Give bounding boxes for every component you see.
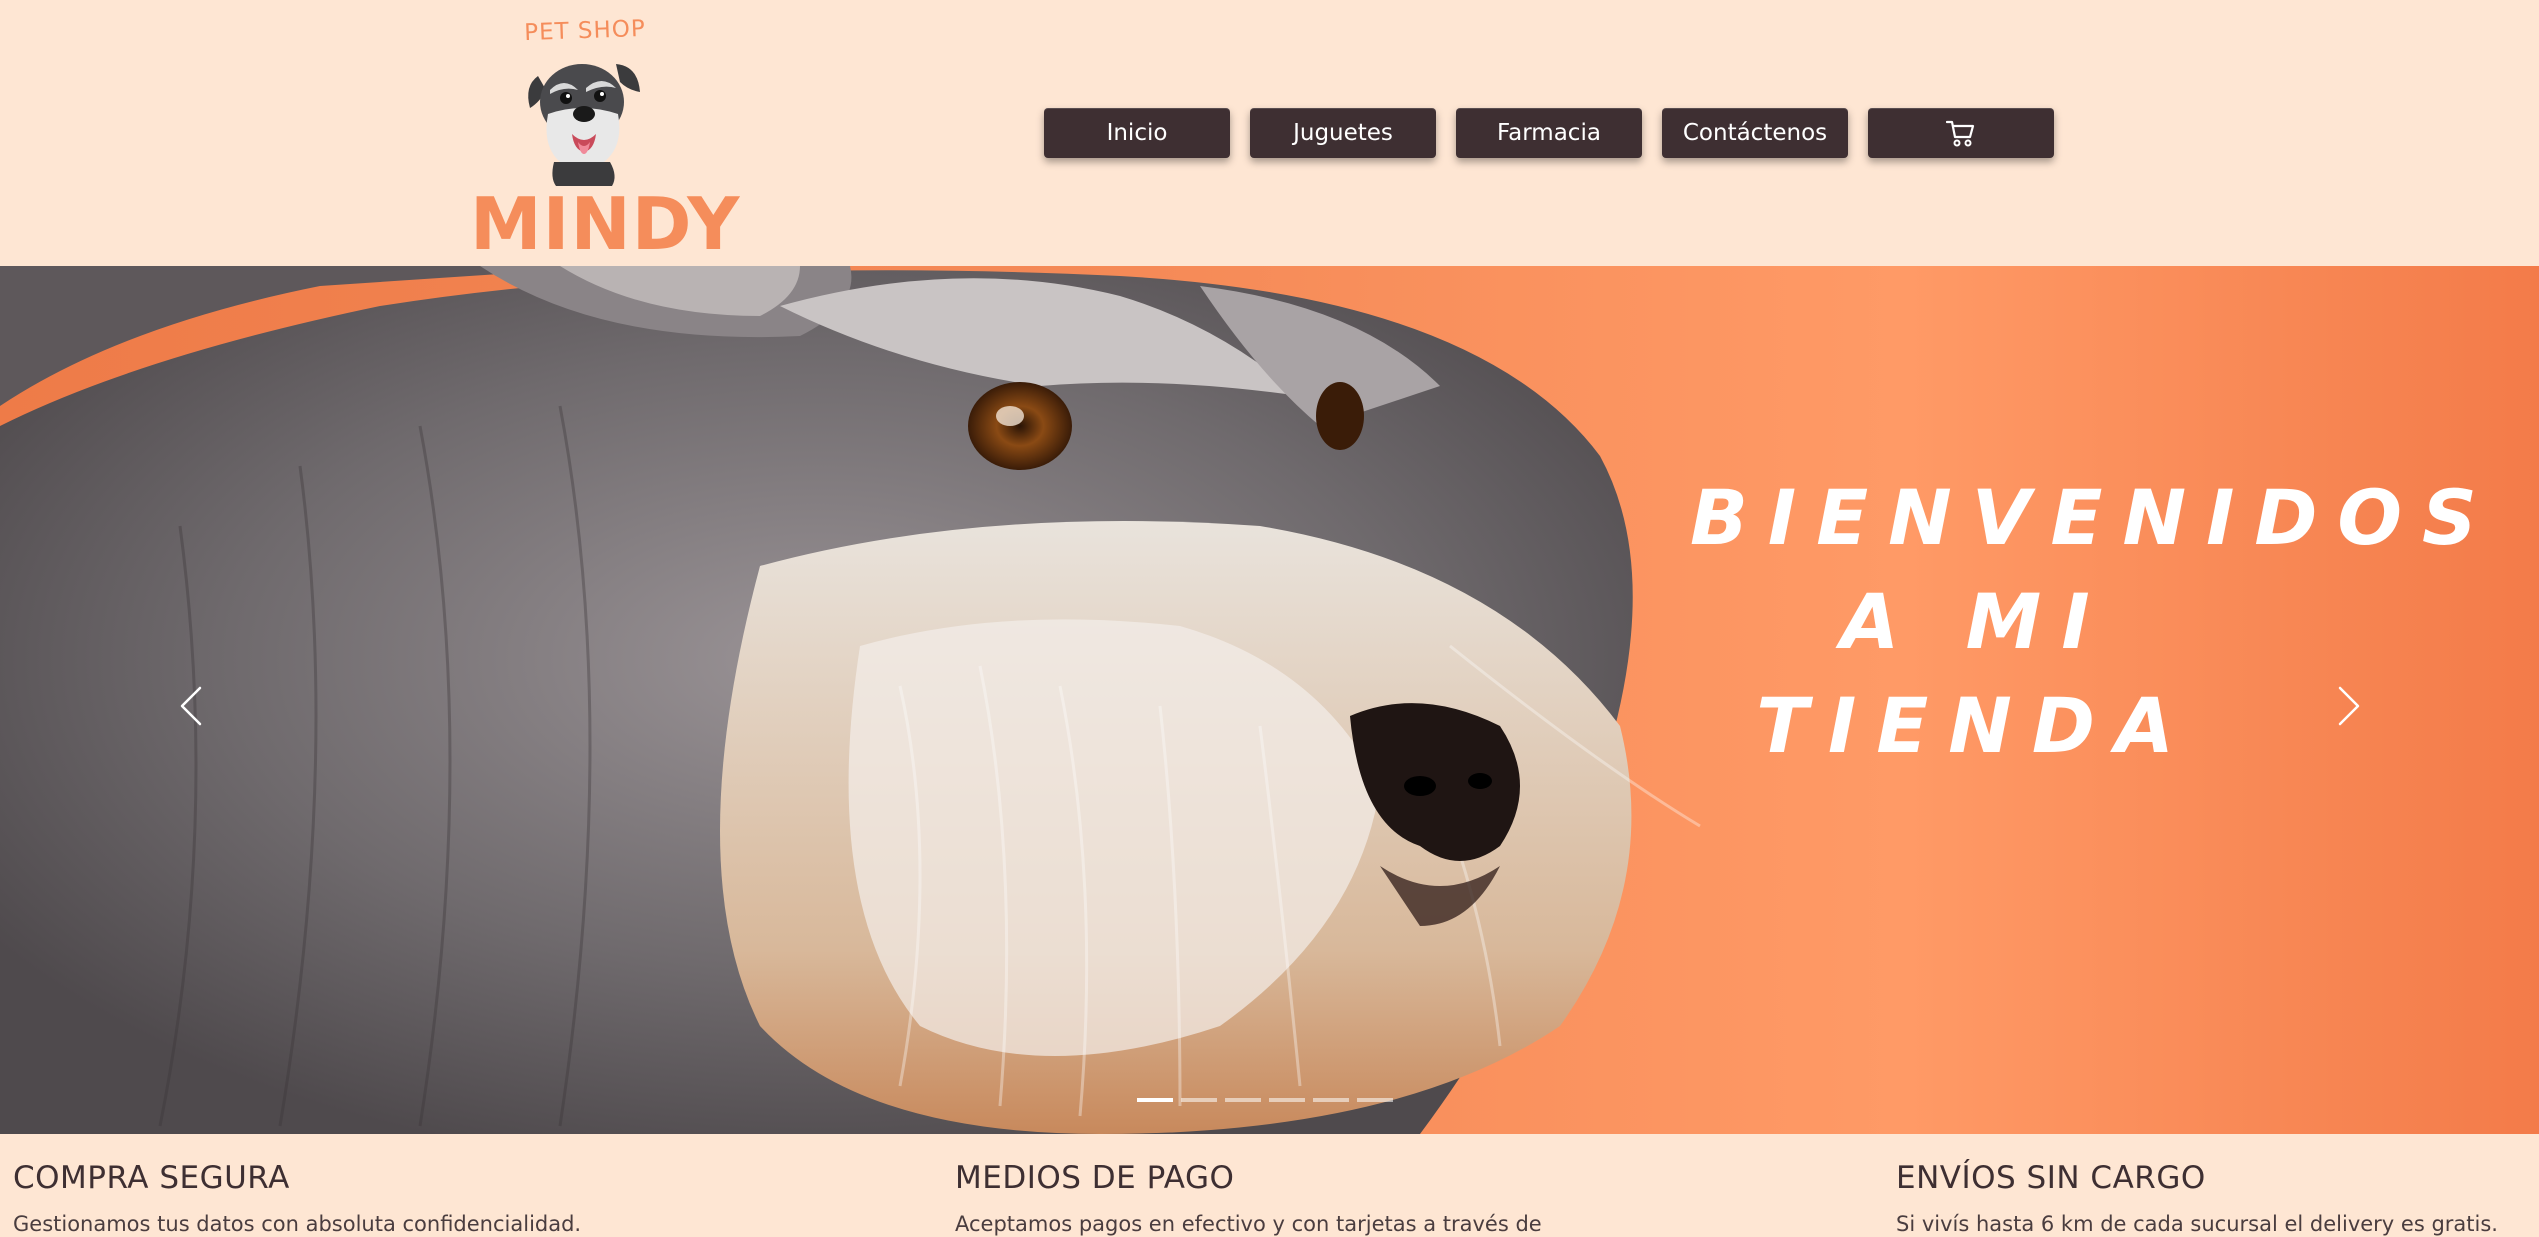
feature-medios-de-pago: MEDIOS DE PAGO Aceptamos pagos en efecti… (955, 1160, 1575, 1236)
feature-text: Si vivís hasta 6 km de cada sucursal el … (1896, 1212, 2498, 1236)
site-header: PET SHOP MINDY Inicio Juguetes Farmacia … (0, 0, 2539, 266)
carousel-indicators (1137, 1098, 1393, 1102)
carousel-indicator[interactable] (1313, 1098, 1349, 1102)
feature-envios-sin-cargo: ENVÍOS SIN CARGO Si vivís hasta 6 km de … (1896, 1160, 2516, 1236)
hero-title-line1: BIENVENIDOS (1690, 473, 2497, 562)
feature-title: COMPRA SEGURA (13, 1160, 290, 1196)
logo-tagline: PET SHOP (523, 15, 647, 47)
site-logo[interactable]: PET SHOP MINDY (470, 15, 739, 266)
carousel-next-button[interactable] (2328, 676, 2368, 736)
carousel-indicator[interactable] (1357, 1098, 1393, 1102)
feature-title: MEDIOS DE PAGO (955, 1160, 1235, 1196)
nav-juguetes-button[interactable]: Juguetes (1250, 108, 1436, 158)
nav-inicio-button[interactable]: Inicio (1044, 108, 1230, 158)
nav-farmacia-button[interactable]: Farmacia (1456, 108, 1642, 158)
carousel-indicator[interactable] (1225, 1098, 1261, 1102)
carousel-indicator[interactable] (1181, 1098, 1217, 1102)
cart-button[interactable] (1868, 108, 2054, 158)
feature-text: Gestionamos tus datos con absoluta confi… (13, 1212, 582, 1236)
main-nav: Inicio Juguetes Farmacia Contáctenos (1044, 108, 2054, 158)
feature-compra-segura: COMPRA SEGURA Gestionamos tus datos con … (13, 1160, 633, 1236)
feature-title: ENVÍOS SIN CARGO (1896, 1160, 2206, 1196)
logo-brand: MINDY (470, 182, 741, 266)
chevron-right-icon (2338, 686, 2360, 726)
hero-title: BIENVENIDOS A MI TIENDA (1690, 466, 2477, 778)
hero-carousel: BIENVENIDOS A MI TIENDA (0, 266, 2539, 1134)
carousel-prev-button[interactable] (170, 676, 210, 736)
carousel-indicator[interactable] (1137, 1098, 1173, 1102)
cart-icon (1946, 120, 1975, 147)
chevron-left-icon (180, 686, 202, 726)
nav-contactenos-button[interactable]: Contáctenos (1662, 108, 1848, 158)
feature-text: Aceptamos pagos en efectivo y con tarjet… (955, 1212, 1542, 1236)
hero-title-line2: A MI TIENDA (1756, 577, 2194, 770)
schnauzer-logo-icon (528, 64, 640, 186)
carousel-indicator[interactable] (1269, 1098, 1305, 1102)
